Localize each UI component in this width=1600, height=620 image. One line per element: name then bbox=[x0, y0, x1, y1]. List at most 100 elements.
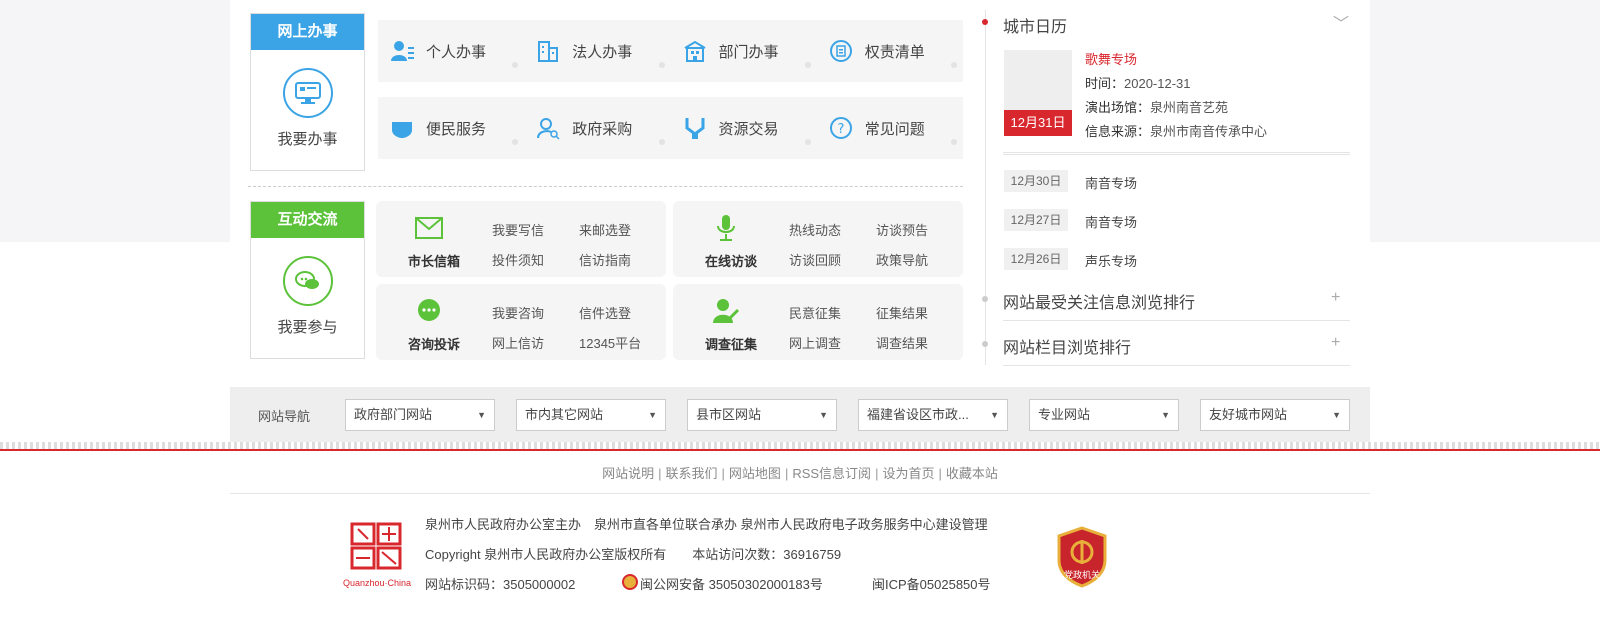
card-link[interactable]: 我要写信 bbox=[492, 220, 544, 239]
card-link[interactable]: 网上信访 bbox=[492, 333, 544, 352]
online-tiles-row-1: 个人办事 法人办事 部门办事 权责清单 bbox=[378, 20, 963, 82]
footer-icp-record[interactable]: 闽ICP备05025850号 bbox=[872, 574, 991, 593]
source-value: 泉州市南音传承中心 bbox=[1150, 124, 1268, 139]
card-link[interactable]: 信访指南 bbox=[579, 250, 631, 269]
footer-link-contact[interactable]: 联系我们 bbox=[666, 466, 718, 481]
party-government-badge[interactable]: 党政机关 bbox=[1055, 526, 1109, 588]
online-service-box[interactable]: 网上办事 我要办事 bbox=[250, 13, 365, 171]
tile-power-list[interactable]: 权责清单 bbox=[817, 20, 963, 82]
ranking-divider bbox=[1003, 365, 1350, 366]
tile-label: 常见问题 bbox=[864, 120, 925, 138]
tile-resource-trade[interactable]: 资源交易 bbox=[671, 97, 817, 159]
separator: | bbox=[875, 466, 879, 481]
tile-department[interactable]: 部门办事 bbox=[671, 20, 817, 82]
nav-select-county-sites[interactable]: 县市区网站 ▼ bbox=[687, 399, 837, 431]
chat-icon bbox=[282, 256, 333, 306]
card-link[interactable]: 征集结果 bbox=[876, 303, 928, 322]
separator: | bbox=[784, 466, 789, 481]
card-consult-complaint[interactable]: 咨询投诉 我要咨询 信件选登 网上信访 12345平台 bbox=[376, 284, 666, 360]
ranking-divider bbox=[1003, 320, 1350, 321]
nav-select-gov-departments[interactable]: 政府部门网站 ▼ bbox=[345, 399, 495, 431]
microphone-icon bbox=[711, 213, 741, 243]
select-value: 福建省设区市政... bbox=[867, 407, 969, 422]
footer-red-line bbox=[0, 449, 1600, 451]
nav-select-province-cities[interactable]: 福建省设区市政... ▼ bbox=[858, 399, 1008, 431]
tile-label: 个人办事 bbox=[426, 43, 487, 61]
chevron-down-icon[interactable]: ﹀ bbox=[1333, 10, 1349, 34]
user-search-icon bbox=[536, 116, 560, 140]
card-link[interactable]: 调查结果 bbox=[876, 333, 928, 352]
tile-faq[interactable]: ? 常见问题 bbox=[817, 97, 963, 159]
handshake-icon bbox=[683, 116, 707, 140]
featured-source: 信息来源：泉州市南音传承中心 bbox=[1085, 121, 1267, 140]
card-link[interactable]: 政策导航 bbox=[876, 250, 928, 269]
office-icon bbox=[683, 39, 707, 63]
event-date: 12月30日 bbox=[1004, 170, 1068, 192]
separator: | bbox=[658, 466, 662, 481]
online-tiles-row-2: 便民服务 政府采购 资源交易 ? 常见问题 bbox=[378, 97, 963, 159]
nav-select-professional-sites[interactable]: 专业网站 ▼ bbox=[1029, 399, 1179, 431]
event-name[interactable]: 声乐专场 bbox=[1085, 251, 1137, 270]
person-icon bbox=[390, 39, 414, 63]
event-date: 12月27日 bbox=[1004, 209, 1068, 231]
card-link[interactable]: 12345平台 bbox=[579, 333, 641, 352]
footer-link-rss[interactable]: RSS信息订阅 bbox=[792, 466, 871, 481]
nav-select-friendly-cities[interactable]: 友好城市网站 ▼ bbox=[1200, 399, 1350, 431]
ranking-title-info[interactable]: 网站最受关注信息浏览排行 bbox=[1003, 289, 1195, 313]
featured-divider bbox=[1003, 152, 1350, 155]
footer-link-sitemap[interactable]: 网站地图 bbox=[729, 466, 781, 481]
card-link[interactable]: 投件须知 bbox=[492, 250, 544, 269]
card-mayor-mailbox[interactable]: 市长信箱 我要写信 来邮选登 投件须知 信访指南 bbox=[376, 201, 666, 277]
footer-link-about[interactable]: 网站说明 bbox=[602, 466, 654, 481]
event-name[interactable]: 南音专场 bbox=[1085, 212, 1137, 231]
tile-personal[interactable]: 个人办事 bbox=[378, 20, 524, 82]
tile-convenience[interactable]: 便民服务 bbox=[378, 97, 524, 159]
calendar-timeline bbox=[985, 10, 986, 365]
card-link[interactable]: 民意征集 bbox=[789, 303, 841, 322]
plus-icon[interactable]: + bbox=[1331, 334, 1340, 352]
event-name[interactable]: 南音专场 bbox=[1085, 173, 1137, 192]
card-link[interactable]: 网上调查 bbox=[789, 333, 841, 352]
card-link[interactable]: 来邮选登 bbox=[579, 220, 631, 239]
event-date: 12月26日 bbox=[1004, 248, 1068, 270]
tile-label: 法人办事 bbox=[572, 43, 633, 61]
badge-text: 党政机关 bbox=[1063, 570, 1100, 580]
source-label: 信息来源： bbox=[1085, 124, 1151, 139]
footer-link-bookmark[interactable]: 收藏本站 bbox=[946, 466, 998, 481]
tile-legal[interactable]: 法人办事 bbox=[524, 20, 670, 82]
calendar-title[interactable]: 城市日历 bbox=[1003, 13, 1067, 37]
card-online-interview[interactable]: 在线访谈 热线动态 访谈预告 访谈回顾 政策导航 bbox=[673, 201, 963, 277]
footer-line-copyright: Copyright 泉州市人民政府办公室版权所有 本站访问次数：36916759 bbox=[425, 547, 842, 562]
heart-hand-icon bbox=[390, 116, 414, 140]
featured-time: 时间：2020-12-31 bbox=[1085, 73, 1191, 92]
footer-line-sponsor: 泉州市人民政府办公室主办 泉州市直各单位联合承办 泉州市人民政府电子政务服务中心… bbox=[425, 517, 988, 532]
nav-select-city-sites[interactable]: 市内其它网站 ▼ bbox=[516, 399, 666, 431]
interact-box[interactable]: 互动交流 我要参与 bbox=[250, 201, 365, 359]
featured-title[interactable]: 歌舞专场 bbox=[1085, 49, 1137, 68]
footer-police-record[interactable]: 闽公网安备 35050302000183号 bbox=[640, 574, 823, 593]
card-survey[interactable]: 调查征集 民意征集 征集结果 网上调查 调查结果 bbox=[673, 284, 963, 360]
online-service-header: 网上办事 bbox=[251, 14, 364, 50]
time-label: 时间： bbox=[1085, 76, 1125, 91]
site-nav-label: 网站导航 bbox=[258, 409, 311, 424]
select-value: 市内其它网站 bbox=[525, 407, 604, 422]
ranking-title-column[interactable]: 网站栏目浏览排行 bbox=[1003, 334, 1131, 358]
card-link[interactable]: 我要咨询 bbox=[492, 303, 544, 322]
building-icon bbox=[536, 39, 560, 63]
card-link[interactable]: 访谈回顾 bbox=[789, 250, 841, 269]
monitor-icon bbox=[282, 68, 333, 118]
card-link[interactable]: 信件选登 bbox=[579, 303, 631, 322]
footer-link-set-home[interactable]: 设为首页 bbox=[882, 466, 934, 481]
mail-icon bbox=[414, 213, 444, 243]
plus-icon[interactable]: + bbox=[1331, 289, 1340, 307]
card-link[interactable]: 访谈预告 bbox=[876, 220, 928, 239]
timeline-dot-active bbox=[982, 19, 988, 25]
separator: | bbox=[938, 466, 942, 481]
footer-links: 网站说明 | 联系我们 | 网站地图 | RSS信息订阅 | 设为首页 | 收藏本站 bbox=[230, 463, 1370, 482]
time-value: 2020-12-31 bbox=[1124, 76, 1191, 91]
tile-procurement[interactable]: 政府采购 bbox=[524, 97, 670, 159]
featured-venue: 演出场馆：泉州南音艺苑 bbox=[1085, 97, 1228, 116]
card-link[interactable]: 热线动态 bbox=[789, 220, 841, 239]
user-edit-icon bbox=[711, 296, 741, 326]
footer-divider bbox=[230, 493, 1370, 494]
